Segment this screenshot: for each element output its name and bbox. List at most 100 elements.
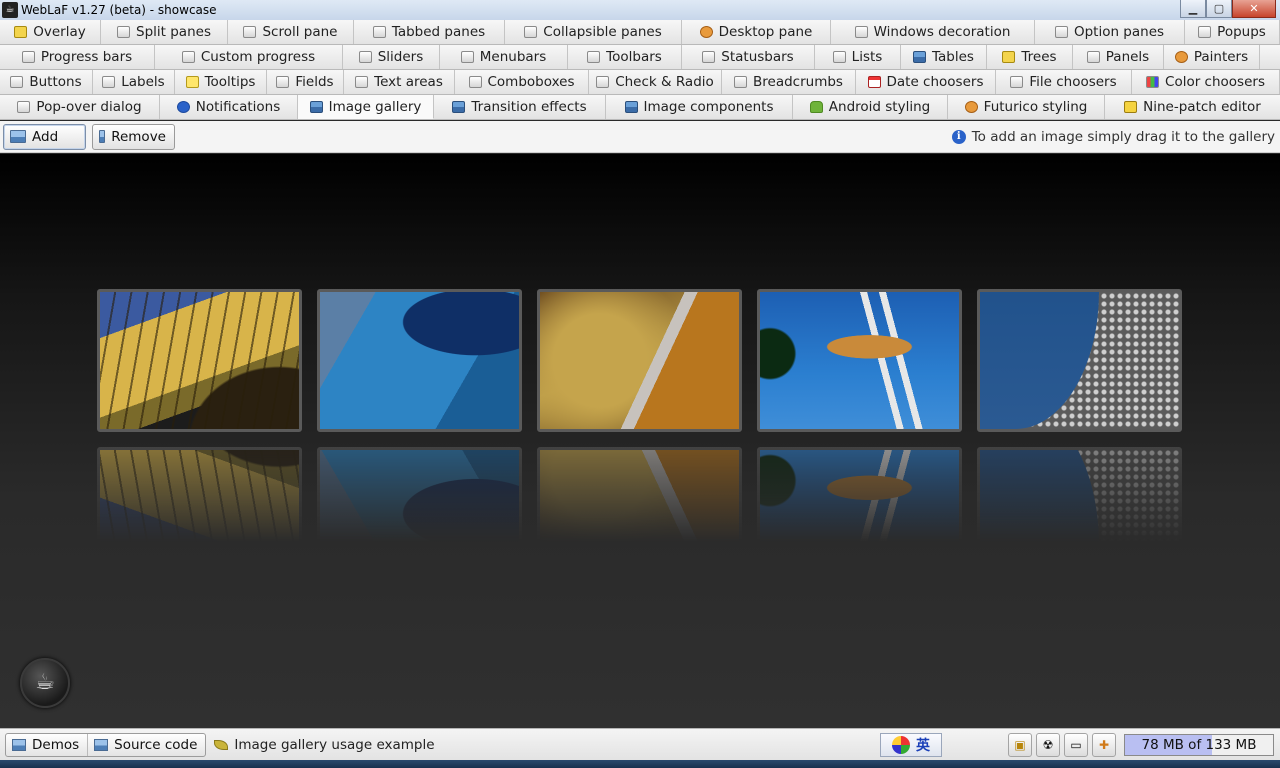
breadcrumb-demos[interactable]: Demos xyxy=(6,733,89,756)
tab-label: Comboboxes xyxy=(487,74,575,90)
textarea-icon xyxy=(355,76,369,88)
info-icon: i xyxy=(951,129,966,144)
tab-label: Split panes xyxy=(136,24,211,40)
tab-label: Nine-patch editor xyxy=(1143,99,1261,115)
image-gallery[interactable]: ☕ xyxy=(0,154,1280,728)
tab-label: Option panes xyxy=(1073,24,1165,40)
tab-label: Windows decoration xyxy=(873,24,1011,40)
tab-text-areas[interactable]: Text areas xyxy=(344,70,455,94)
tab-popups[interactable]: Popups xyxy=(1185,20,1280,44)
tab-overlay[interactable]: Overlay xyxy=(0,20,101,44)
tab-painters[interactable]: Painters xyxy=(1164,45,1260,69)
screen-button[interactable]: ▭ xyxy=(1064,733,1088,757)
magnifier-button[interactable]: ✚ xyxy=(1092,733,1116,757)
tab-breadcrumbs[interactable]: Breadcrumbs xyxy=(722,70,856,94)
ime-indicator[interactable]: 英 xyxy=(880,733,942,757)
tab-date-choosers[interactable]: Date choosers xyxy=(856,70,996,94)
tab-progress-bars[interactable]: Progress bars xyxy=(0,45,155,69)
window-controls: ▁ ▢ ✕ xyxy=(1180,0,1276,18)
tab-panels[interactable]: Panels xyxy=(1073,45,1164,69)
add-button-label: Add xyxy=(32,128,59,145)
tab-labels[interactable]: Labels xyxy=(93,70,175,94)
tab-fields[interactable]: Fields xyxy=(267,70,344,94)
status-bar: Demos Source code Image gallery usage ex… xyxy=(0,728,1280,760)
tab-futurico-styling[interactable]: Futurico styling xyxy=(948,95,1105,119)
tab-option-panes[interactable]: Option panes xyxy=(1035,20,1185,44)
tab-scroll-pane[interactable]: Scroll pane xyxy=(228,20,354,44)
tab-label: Image components xyxy=(643,99,774,115)
java-logo-icon[interactable]: ☕ xyxy=(20,658,70,708)
close-button[interactable]: ✕ xyxy=(1232,0,1276,18)
breadcrumb-label: Demos xyxy=(32,736,80,753)
memory-usage-bar[interactable]: 78 MB of 133 MB xyxy=(1124,734,1274,756)
desktop-icon xyxy=(699,26,713,38)
split-icon xyxy=(117,26,131,38)
status-tool-buttons: ▣ ☢ ▭ ✚ xyxy=(1008,733,1116,757)
maximize-button[interactable]: ▢ xyxy=(1206,0,1232,18)
tab-sliders[interactable]: Sliders xyxy=(343,45,440,69)
tab-label: Tooltips xyxy=(204,74,256,90)
minimize-button[interactable]: ▁ xyxy=(1180,0,1206,18)
tab-tabbed-panes[interactable]: Tabbed panes xyxy=(354,20,505,44)
info-icon xyxy=(176,101,190,113)
gallery-image-blue-building[interactable] xyxy=(317,289,522,432)
tab-desktop-pane[interactable]: Desktop pane xyxy=(682,20,831,44)
tab-color-choosers[interactable]: Color choosers xyxy=(1132,70,1280,94)
magnifier-icon: ✚ xyxy=(1098,738,1110,752)
add-button[interactable]: Add xyxy=(3,123,86,150)
tab-tooltips[interactable]: Tooltips xyxy=(175,70,267,94)
tab-lists[interactable]: Lists xyxy=(815,45,901,69)
toolbar-icon xyxy=(587,51,601,63)
tab-pop-over-dialog[interactable]: Pop-over dialog xyxy=(0,95,160,119)
tab-label: Desktop pane xyxy=(718,24,813,40)
tab-nine-patch-editor[interactable]: Nine-patch editor xyxy=(1105,95,1280,119)
tab-windows-decoration[interactable]: Windows decoration xyxy=(831,20,1035,44)
tab-label: Futurico styling xyxy=(983,99,1088,115)
tab-label: Buttons xyxy=(29,74,82,90)
tab-menubars[interactable]: Menubars xyxy=(440,45,568,69)
tab-label: Scroll pane xyxy=(262,24,338,40)
remove-button[interactable]: Remove xyxy=(92,123,175,150)
gallery-image-canopy[interactable] xyxy=(97,289,302,432)
gallery-image-gold-facade[interactable] xyxy=(537,289,742,432)
tab-label: Sliders xyxy=(377,49,424,65)
tab-label: File choosers xyxy=(1029,74,1117,90)
tab-row-2: Progress bars Custom progress Sliders Me… xyxy=(0,45,1280,70)
tab-label: Image gallery xyxy=(328,98,422,115)
reflection-blue-building xyxy=(317,447,522,542)
gallery-image-space-needle[interactable] xyxy=(757,289,962,432)
gallery-image-disc-facade[interactable] xyxy=(977,289,1182,432)
tab-buttons[interactable]: Buttons xyxy=(0,70,93,94)
tab-comboboxes[interactable]: Comboboxes xyxy=(455,70,589,94)
tab-row-1: Overlay Split panes Scroll pane Tabbed p… xyxy=(0,20,1280,45)
tab-file-choosers[interactable]: File choosers xyxy=(996,70,1132,94)
tree-icon xyxy=(1002,51,1016,63)
panel-icon xyxy=(1086,51,1100,63)
file-icon xyxy=(1010,76,1024,88)
tab-trees[interactable]: Trees xyxy=(987,45,1073,69)
reflection-disc-facade xyxy=(977,447,1182,542)
tab-split-panes[interactable]: Split panes xyxy=(101,20,228,44)
memory-usage-label: 78 MB of 133 MB xyxy=(1141,737,1257,753)
tab-transition-effects[interactable]: Transition effects xyxy=(434,95,606,119)
ime-icon xyxy=(892,736,910,754)
tab-tables[interactable]: Tables xyxy=(901,45,987,69)
tab-custom-progress[interactable]: Custom progress xyxy=(155,45,343,69)
tab-image-gallery[interactable]: Image gallery xyxy=(298,95,434,119)
tab-notifications[interactable]: Notifications xyxy=(160,95,298,119)
tab-label: Notifications xyxy=(195,99,281,115)
tab-check-radio[interactable]: Check & Radio xyxy=(589,70,722,94)
reflection-gold-facade xyxy=(537,447,742,542)
hint-text: To add an image simply drag it to the ga… xyxy=(971,128,1275,145)
tab-toolbars[interactable]: Toolbars xyxy=(568,45,682,69)
gallery-toolbar: Add Remove i To add an image simply drag… xyxy=(0,121,1280,153)
lock-button[interactable]: ▣ xyxy=(1008,733,1032,757)
tab-statusbars[interactable]: Statusbars xyxy=(682,45,815,69)
tab-label: Lists xyxy=(851,49,883,65)
tab-android-styling[interactable]: Android styling xyxy=(793,95,948,119)
tab-image-components[interactable]: Image components xyxy=(606,95,793,119)
tab-collapsible-panes[interactable]: Collapsible panes xyxy=(505,20,682,44)
breadcrumb-source-code[interactable]: Source code xyxy=(88,734,205,756)
radiation-button[interactable]: ☢ xyxy=(1036,733,1060,757)
tab-label: Painters xyxy=(1193,49,1249,65)
